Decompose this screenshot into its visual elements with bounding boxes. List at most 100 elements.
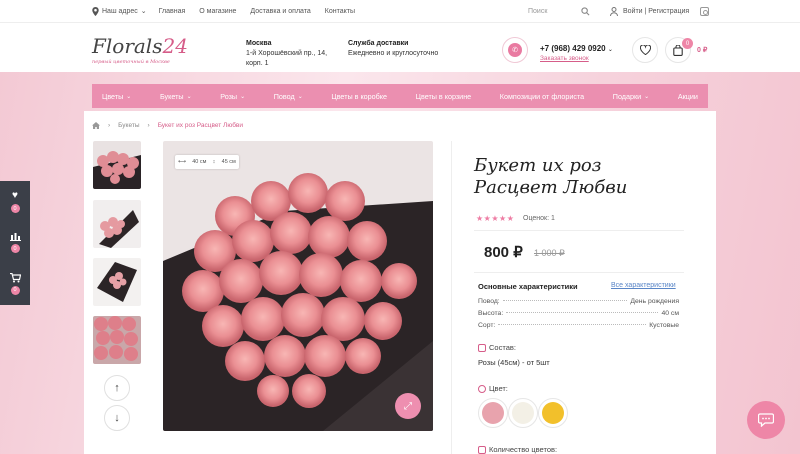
bouquet-thumbnail-image: [93, 141, 141, 189]
instagram-icon[interactable]: [700, 6, 709, 16]
divider: [0, 22, 800, 23]
nav-link-delivery[interactable]: Доставка и оплата: [250, 8, 310, 15]
white-rose-icon: [512, 402, 534, 424]
cart-count-badge: 0: [10, 285, 20, 295]
composition-label: Состав:: [478, 343, 516, 352]
composition-icon: [478, 343, 486, 352]
phone-number[interactable]: +7 (968) 429 0920 ⌄: [540, 44, 613, 53]
favorites-button[interactable]: [632, 37, 658, 63]
product-title: Букет их роз Расцвет Любви: [474, 155, 628, 198]
height-icon: ↕: [212, 159, 216, 165]
rating-count: Оценок: 1: [523, 215, 555, 222]
bouquet-thumbnail-image: [93, 200, 141, 248]
bar-chart-icon: [9, 233, 21, 241]
cart-icon: [9, 272, 21, 282]
login-label: Войти | Регистрация: [623, 7, 690, 15]
phone-icon: ✆: [508, 43, 522, 57]
menu-item-compositions[interactable]: Композиции от флориста: [500, 92, 584, 101]
delivery-text: Ежедневно и круглосуточно: [348, 50, 439, 57]
chevron-down-icon: ⌄: [644, 93, 650, 100]
sidebar-cart[interactable]: 0: [0, 263, 30, 304]
flower-count-label: Количество цветов:: [478, 445, 557, 454]
login-link[interactable]: Войти | Регистрация: [610, 6, 690, 16]
cart-count-badge: 0: [682, 38, 693, 49]
delivery-title: Служба доставки: [348, 40, 409, 47]
color-option-white[interactable]: [508, 398, 538, 428]
rose-bouquet-image: [163, 141, 433, 431]
address-city: Москва: [246, 40, 272, 47]
chat-icon: [758, 413, 774, 427]
menu-item-roses[interactable]: Розы ⌄: [220, 92, 245, 101]
sidebar-favorites[interactable]: ♥ 0: [0, 181, 30, 222]
breadcrumb-separator: ›: [108, 122, 111, 129]
arrow-down-icon: ↓: [114, 412, 120, 424]
width-value: 40 см: [192, 159, 207, 165]
menu-item-occasion[interactable]: Повод ⌄: [274, 92, 303, 101]
chat-button[interactable]: [747, 401, 785, 439]
chevron-down-icon: ⌄: [126, 93, 132, 100]
breadcrumb-bouquets[interactable]: Букеты: [118, 122, 139, 129]
characteristic-row: Высота: 40 см: [478, 310, 679, 317]
arrow-up-icon: ↑: [114, 382, 120, 394]
thumbnail-4[interactable]: [93, 316, 141, 364]
menu-item-flowers[interactable]: Цветы ⌄: [102, 92, 131, 101]
old-price: 1 000 ₽: [534, 248, 565, 258]
sidebar-compare[interactable]: 0: [0, 222, 30, 263]
divider: [474, 272, 684, 273]
thumbnail-1[interactable]: [93, 141, 141, 189]
thumbnails-down-button[interactable]: ↓: [104, 405, 130, 431]
chevron-down-icon: ⌄: [240, 93, 246, 100]
characteristic-row: Сорт: Кустовые: [478, 322, 679, 329]
logo-tagline: первый цветочный в Москве: [92, 59, 170, 65]
all-characteristics-link[interactable]: Все характеристики: [611, 282, 676, 289]
home-icon[interactable]: [92, 122, 100, 129]
product-price: 800 ₽: [484, 244, 523, 261]
color-option-pink[interactable]: [478, 398, 508, 428]
main-menu: Цветы ⌄ Букеты ⌄ Розы ⌄ Повод ⌄ Цветы в коро…: [92, 84, 708, 108]
thumbnails-up-button[interactable]: ↑: [104, 375, 130, 401]
menu-item-box[interactable]: Цветы в коробке: [331, 92, 387, 101]
compare-count-badge: 0: [10, 244, 20, 253]
color-label: Цвет:: [478, 384, 508, 393]
bag-icon: [673, 44, 683, 56]
callback-link[interactable]: Заказать звонок: [540, 55, 589, 62]
breadcrumb-current: Букет их роз Расцвет Любви: [157, 122, 244, 129]
location-selector[interactable]: Наш адрес ⌄: [92, 6, 147, 16]
address-line1: 1-й Хорошёвский пр., 14,: [246, 50, 328, 57]
menu-item-gifts[interactable]: Подарки ⌄: [613, 92, 649, 101]
breadcrumb-separator: ›: [147, 122, 150, 129]
divider: [451, 141, 452, 454]
rating-stars[interactable]: ★★★★★: [476, 214, 514, 223]
characteristics-title: Основные характеристики: [478, 282, 578, 291]
chevron-down-icon: ⌄: [140, 8, 147, 15]
product-main-image[interactable]: [163, 141, 433, 431]
search-icon[interactable]: [581, 6, 590, 16]
pink-rose-icon: [482, 402, 504, 424]
favorites-count-badge: 0: [10, 204, 20, 213]
phone-icon-button[interactable]: ✆: [502, 37, 528, 63]
divider: [474, 230, 684, 231]
logo-brand: Florals: [92, 34, 163, 58]
nav-link-about[interactable]: О магазине: [199, 8, 236, 15]
composition-value: Розы (45см) - от 5шт: [478, 358, 550, 367]
palette-icon: [478, 384, 486, 393]
flower-icon: [478, 445, 486, 454]
location-pin-icon: [92, 6, 99, 16]
heart-icon: ♥: [12, 190, 18, 201]
menu-item-basket[interactable]: Цветы в корзине: [416, 92, 472, 101]
chevron-down-icon: ⌄: [297, 93, 303, 100]
logo[interactable]: Florals24 первый цветочный в Москве: [92, 34, 188, 65]
bouquet-thumbnail-image: [93, 316, 141, 364]
menu-item-sales[interactable]: Акции: [678, 92, 698, 101]
location-label: Наш адрес: [102, 7, 138, 15]
menu-item-bouquets[interactable]: Букеты ⌄: [160, 92, 192, 101]
nav-link-home[interactable]: Главная: [159, 8, 186, 15]
color-option-yellow[interactable]: [538, 398, 568, 428]
nav-link-contacts[interactable]: Контакты: [325, 8, 355, 15]
search-placeholder: Поиск: [528, 7, 548, 15]
search-input[interactable]: Поиск: [528, 4, 590, 18]
cart-total: 0 ₽: [697, 47, 708, 54]
thumbnail-2[interactable]: [93, 200, 141, 248]
zoom-button[interactable]: ⤢: [395, 393, 421, 419]
thumbnail-3[interactable]: [93, 258, 141, 306]
